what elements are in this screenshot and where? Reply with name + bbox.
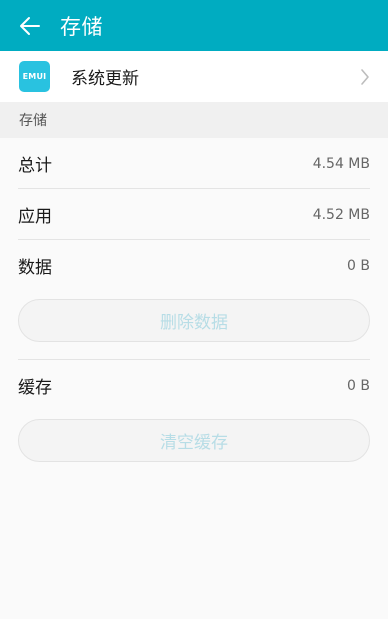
arrow-left-icon: [20, 16, 40, 35]
back-button[interactable]: [0, 0, 60, 51]
clear-cache-button[interactable]: 清空缓存: [18, 419, 370, 462]
clear-data-button[interactable]: 删除数据: [18, 299, 370, 342]
emui-app-icon: EMUI: [19, 61, 50, 92]
total-value: 4.54 MB: [312, 155, 370, 172]
app-size-row: 应用 4.52 MB: [18, 189, 370, 240]
app-info-row[interactable]: EMUI 系统更新: [0, 51, 388, 102]
total-row: 总计 4.54 MB: [18, 138, 370, 189]
cache-size-value: 0 B: [347, 377, 370, 394]
page-title: 存储: [60, 14, 103, 39]
cache-size-label: 缓存: [18, 378, 52, 398]
app-size-value: 4.52 MB: [312, 206, 370, 223]
data-size-label: 数据: [18, 258, 52, 278]
app-name: 系统更新: [71, 69, 139, 89]
app-bar: 存储: [0, 0, 388, 51]
total-label: 总计: [18, 156, 52, 176]
data-size-value: 0 B: [347, 257, 370, 274]
storage-panel: 总计 4.54 MB 应用 4.52 MB 数据 0 B 删除数据 缓存 0 B…: [0, 138, 388, 619]
chevron-right-icon: [361, 69, 369, 85]
data-size-row: 数据 0 B: [18, 240, 370, 291]
app-size-label: 应用: [18, 207, 52, 227]
section-header-storage: 存储: [0, 102, 388, 138]
cache-size-row: 缓存 0 B: [18, 360, 370, 411]
